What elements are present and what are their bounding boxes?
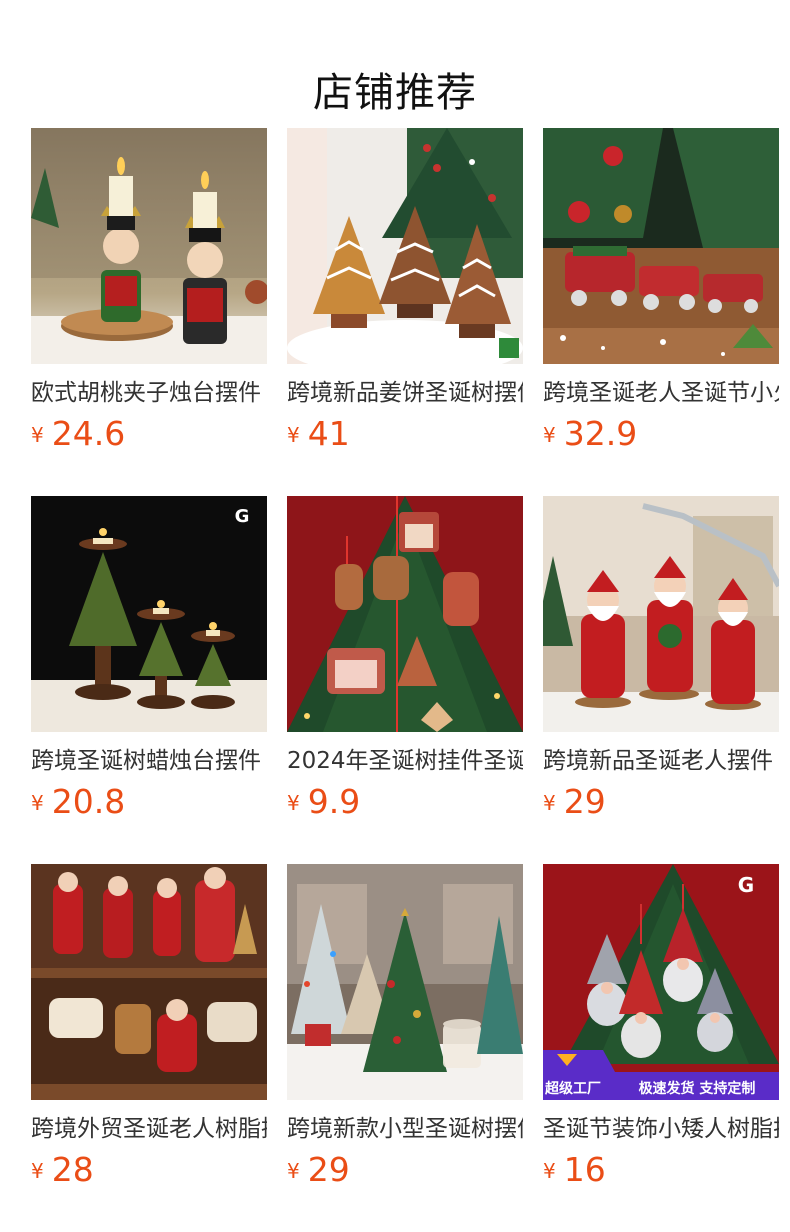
price-value: 24.6 [51, 414, 126, 453]
product-name: 跨境圣诞老人圣诞节小火车 [543, 380, 779, 406]
currency-symbol: ¥ [287, 1159, 300, 1183]
product-image-nutcracker[interactable] [31, 128, 267, 364]
product-image-tree-ornaments[interactable] [287, 496, 523, 732]
price-value: 29 [563, 782, 606, 821]
product-price: ¥16 [543, 1150, 779, 1191]
product-card[interactable]: 2024年圣诞树挂件圣诞 ¥9.9 [287, 496, 523, 864]
svg-text:极速发货 支持定制: 极速发货 支持定制 [639, 1080, 756, 1097]
svg-text:G: G [235, 506, 250, 527]
product-price: ¥29 [287, 1150, 523, 1191]
product-price: ¥9.9 [287, 782, 523, 823]
price-value: 28 [51, 1150, 94, 1189]
currency-symbol: ¥ [31, 423, 44, 447]
product-card[interactable]: 跨境外贸圣诞老人树脂摆件 ¥28 [31, 864, 267, 1232]
product-card[interactable]: G [31, 496, 267, 864]
tree-candle-stands-image: G [31, 496, 267, 732]
product-image-gnome-ornaments[interactable]: G 超级工厂 极速发货 支持定制 [543, 864, 779, 1100]
product-image-tree-candle-stands[interactable]: G [31, 496, 267, 732]
product-price: ¥32.9 [543, 414, 779, 455]
product-image-santa-collection[interactable] [31, 864, 267, 1100]
brand-logo-icon: G [738, 873, 754, 897]
product-name: 圣诞节装饰小矮人树脂挂件 [543, 1116, 779, 1142]
price-value: 32.9 [563, 414, 638, 453]
price-value: 20.8 [51, 782, 126, 821]
product-grid: 欧式胡桃夹子烛台摆件 ¥24.6 跨境新品姜饼圣诞树摆件 ¥ 41 跨境圣诞老人… [31, 128, 790, 1232]
mini-christmas-trees-image [287, 864, 523, 1100]
product-name: 跨境圣诞树蜡烛台摆件 [31, 748, 261, 774]
christmas-train-image [543, 128, 779, 364]
product-name: 跨境外贸圣诞老人树脂摆件 [31, 1116, 267, 1142]
price-value: 9.9 [307, 782, 361, 821]
price-value: 29 [307, 1150, 350, 1189]
product-card[interactable]: 欧式胡桃夹子烛台摆件 ¥24.6 [31, 128, 267, 496]
nutcracker-image [31, 128, 267, 364]
product-card[interactable]: 跨境圣诞老人圣诞节小火车 ¥32.9 [543, 128, 779, 496]
gingerbread-trees-image [287, 128, 523, 364]
price-value: 41 [307, 414, 350, 453]
product-price: ¥41 [287, 414, 523, 455]
currency-symbol: ¥ [31, 791, 44, 815]
product-name: 欧式胡桃夹子烛台摆件 [31, 380, 261, 406]
product-card[interactable]: 跨境新品姜饼圣诞树摆件 ¥41 [287, 128, 523, 496]
product-card[interactable]: 跨境新款小型圣诞树摆件 ¥29 [287, 864, 523, 1232]
product-price: ¥24.6 [31, 414, 267, 455]
currency-symbol: ¥ [287, 791, 300, 815]
santa-collection-image [31, 864, 267, 1100]
product-image-santa-figurines[interactable] [543, 496, 779, 732]
product-card[interactable]: G [543, 864, 779, 1232]
product-name: 跨境新款小型圣诞树摆件 [287, 1116, 523, 1142]
tree-ornaments-image [287, 496, 523, 732]
currency-symbol: ¥ [287, 423, 300, 447]
currency-symbol: ¥ [543, 1159, 556, 1183]
product-name: 2024年圣诞树挂件圣诞 [287, 748, 523, 774]
product-image-mini-christmas-trees[interactable] [287, 864, 523, 1100]
product-price: ¥28 [31, 1150, 267, 1191]
product-price: ¥20.8 [31, 782, 267, 823]
product-image-gingerbread-trees[interactable] [287, 128, 523, 364]
product-name: 跨境新品圣诞老人摆件 [543, 748, 773, 774]
gnome-ornaments-image: G 超级工厂 极速发货 支持定制 [543, 864, 779, 1100]
product-name: 跨境新品姜饼圣诞树摆件 [287, 380, 523, 406]
section-title: 店铺推荐 [313, 69, 477, 116]
price-value: 16 [563, 1150, 606, 1189]
svg-text:超级工厂: 超级工厂 [544, 1080, 601, 1097]
shop-recommendations-page: 店铺推荐 欧式胡桃夹子烛台摆件 ¥ 24.6 跨境新品姜饼圣诞树摆件 ¥ 41 … [0, 0, 790, 1232]
currency-symbol: ¥ [543, 423, 556, 447]
product-image-christmas-train[interactable] [543, 128, 779, 364]
santa-figurines-image [543, 496, 779, 732]
currency-symbol: ¥ [543, 791, 556, 815]
currency-symbol: ¥ [31, 1159, 44, 1183]
product-price: ¥29 [543, 782, 779, 823]
svg-text:G: G [738, 873, 754, 897]
product-card[interactable]: 跨境新品圣诞老人摆件 ¥29 [543, 496, 779, 864]
